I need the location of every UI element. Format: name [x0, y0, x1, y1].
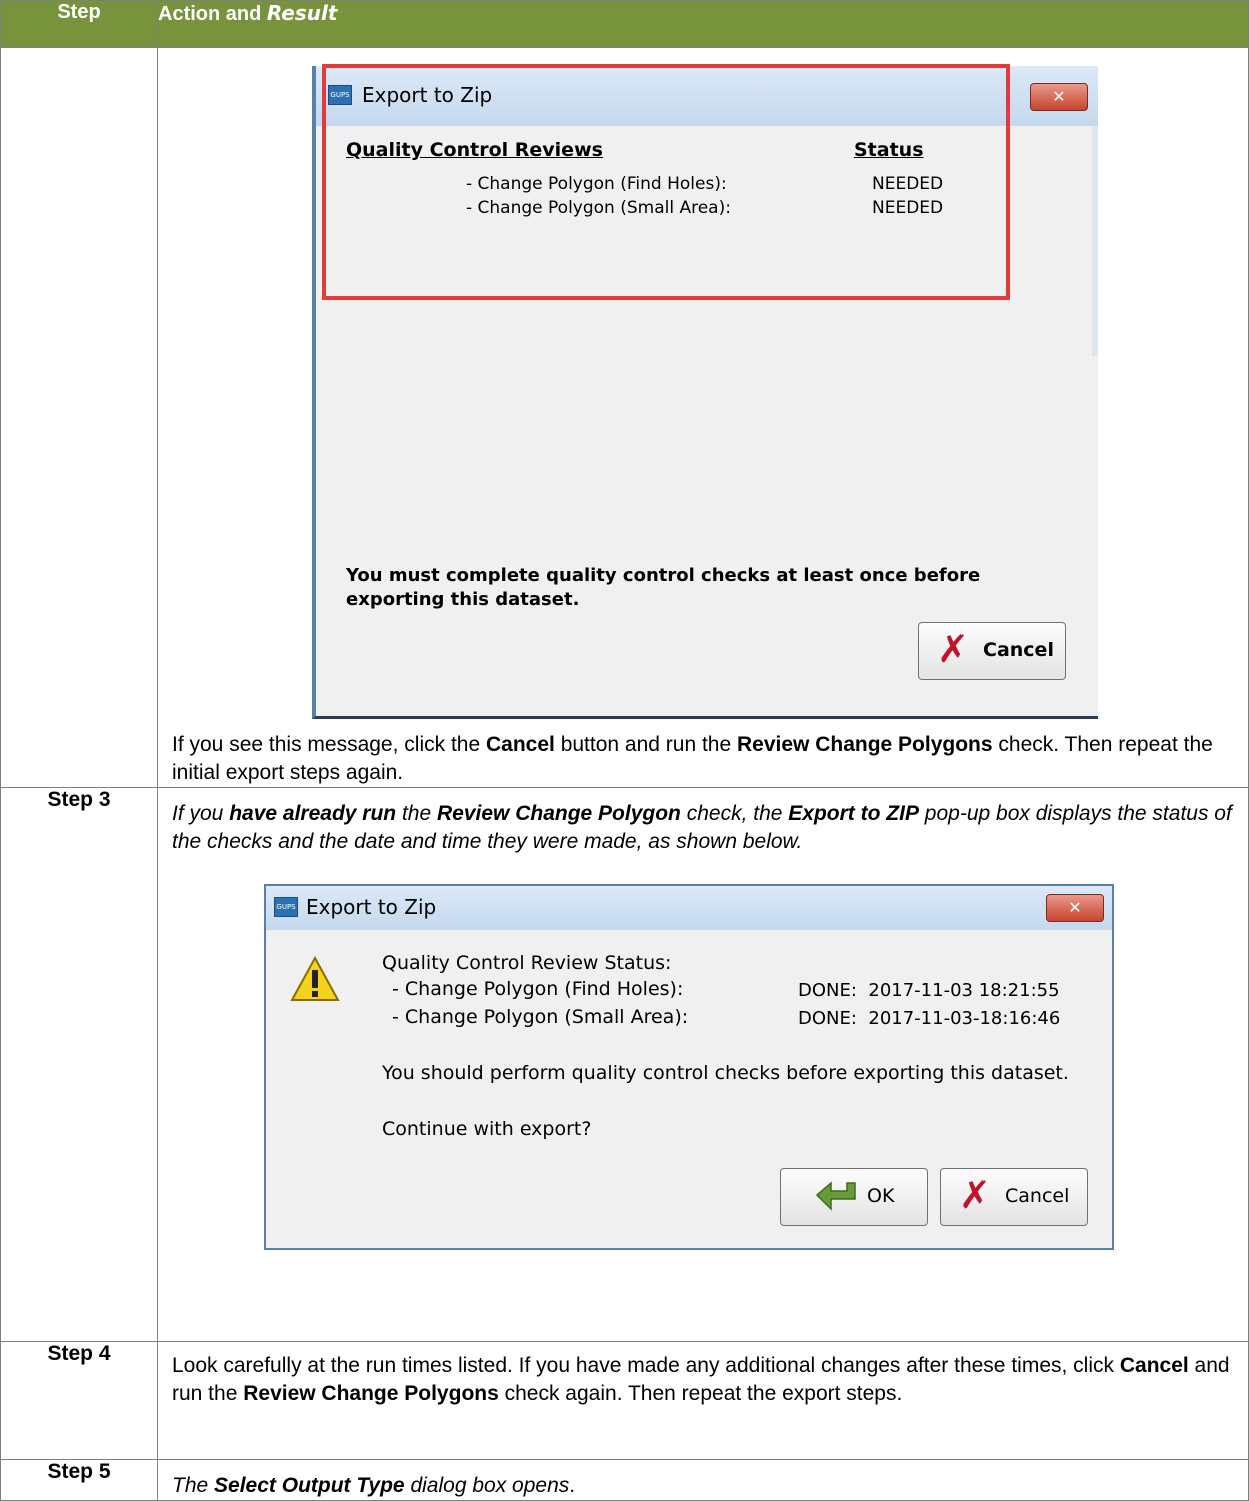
dialog-titlebar: GUPS Export to Zip ✕	[266, 886, 1112, 930]
review-item-label: - Change Polygon (Find Holes):	[392, 978, 684, 1000]
header-row: Step Action and Result	[0, 0, 1249, 48]
text-span: button and run the	[554, 733, 737, 756]
text-span: If you	[172, 802, 230, 825]
text-bold: Export to ZIP	[788, 802, 919, 825]
review-item-label: - Change Polygon (Small Area):	[466, 198, 731, 218]
column-header-reviews: Quality Control Reviews	[346, 139, 603, 161]
dialog-question: Continue with export?	[382, 1118, 592, 1140]
text-bold: Review Change Polygons	[243, 1382, 499, 1405]
text-bold: Review Change Polygon	[437, 802, 681, 825]
text-bold: Cancel	[485, 733, 555, 756]
scroll-strip	[1092, 126, 1098, 356]
instruction-text: Look carefully at the run times listed. …	[158, 1352, 1248, 1408]
cancel-label: Cancel	[1005, 1185, 1070, 1207]
ok-label: OK	[867, 1185, 895, 1207]
cancel-x-icon: ✗	[937, 627, 969, 671]
warning-icon	[290, 956, 340, 1001]
review-item-status: DONE: 2017-11-03-18:16:46	[798, 1008, 1061, 1029]
steps-table: Step Action and Result GUPS Export to Zi…	[0, 0, 1249, 1501]
export-dialog-done: GUPS Export to Zip ✕ Quality Control Rev…	[264, 884, 1114, 1250]
header-step: Step	[0, 0, 158, 48]
cancel-button[interactable]: ✗ Cancel	[918, 622, 1066, 680]
close-icon[interactable]: ✕	[1046, 894, 1104, 922]
close-icon[interactable]: ✕	[1030, 83, 1088, 111]
step-label: Step 3	[0, 787, 158, 1342]
ok-arrow-icon	[815, 1181, 856, 1211]
cancel-x-icon: ✗	[959, 1173, 991, 1217]
action-cell: GUPS Export to Zip ✕ Quality Control Rev…	[157, 47, 1249, 788]
ok-button[interactable]: OK	[780, 1168, 928, 1226]
step-cell-empty	[0, 47, 158, 788]
message-line-2: exporting this dataset.	[346, 589, 580, 610]
text-span: .	[569, 1474, 576, 1497]
instruction-text: If you have already run the Review Chang…	[158, 800, 1248, 856]
review-item-label: - Change Polygon (Small Area):	[392, 1006, 689, 1028]
text-span: the	[396, 802, 437, 825]
cancel-label: Cancel	[983, 639, 1054, 661]
header-action-plain: Action and	[158, 3, 267, 25]
text-span: The	[172, 1474, 215, 1497]
text-span: Look carefully at the run times listed. …	[172, 1354, 1120, 1377]
step-row-continued: GUPS Export to Zip ✕ Quality Control Rev…	[0, 47, 1249, 788]
instruction-text: If you see this message, click the Cance…	[158, 731, 1248, 787]
text-bold: Cancel	[1119, 1354, 1189, 1377]
step-row-3: Step 3 If you have already run the Revie…	[0, 787, 1249, 1342]
action-cell: If you have already run the Review Chang…	[157, 787, 1249, 1342]
dialog-title: Export to Zip	[306, 895, 437, 919]
app-icon: GUPS	[274, 897, 298, 917]
instruction-text: The Select Output Type dialog box opens.	[158, 1472, 1248, 1500]
export-dialog-needed: GUPS Export to Zip ✕ Quality Control Rev…	[312, 64, 1098, 719]
text-bold: Review Change Polygons	[737, 733, 993, 756]
header-action: Action and Result	[157, 0, 1249, 48]
step-label: Step 4	[0, 1341, 158, 1460]
dialog-message: You should perform quality control check…	[382, 1062, 1069, 1084]
review-item-status: NEEDED	[872, 174, 944, 194]
review-item-status: NEEDED	[872, 198, 944, 218]
action-cell: Look carefully at the run times listed. …	[157, 1341, 1249, 1460]
review-item-label: - Change Polygon (Find Holes):	[466, 174, 727, 194]
step-row-4: Step 4 Look carefully at the run times l…	[0, 1341, 1249, 1460]
text-bold: Select Output Type	[214, 1474, 405, 1497]
dialog-message: You must complete quality control checks…	[346, 564, 1066, 612]
step-label: Step 5	[0, 1459, 158, 1501]
review-item-status: DONE: 2017-11-03 18:21:55	[798, 980, 1060, 1001]
cancel-button[interactable]: ✗ Cancel	[940, 1168, 1088, 1226]
action-cell: The Select Output Type dialog box opens.	[157, 1459, 1249, 1501]
text-bold: have already run	[229, 802, 397, 825]
text-span: If you see this message, click the	[172, 733, 486, 756]
column-header-status: Status	[854, 139, 924, 161]
text-span: dialog box opens	[404, 1474, 570, 1497]
step-row-5: Step 5 The Select Output Type dialog box…	[0, 1459, 1249, 1501]
header-action-italic: Result	[266, 1, 338, 25]
message-line-1: You must complete quality control checks…	[346, 565, 981, 586]
text-span: check again. Then repeat the export step…	[498, 1382, 903, 1405]
text-span: check, the	[680, 802, 789, 825]
status-heading: Quality Control Review Status:	[382, 952, 672, 974]
